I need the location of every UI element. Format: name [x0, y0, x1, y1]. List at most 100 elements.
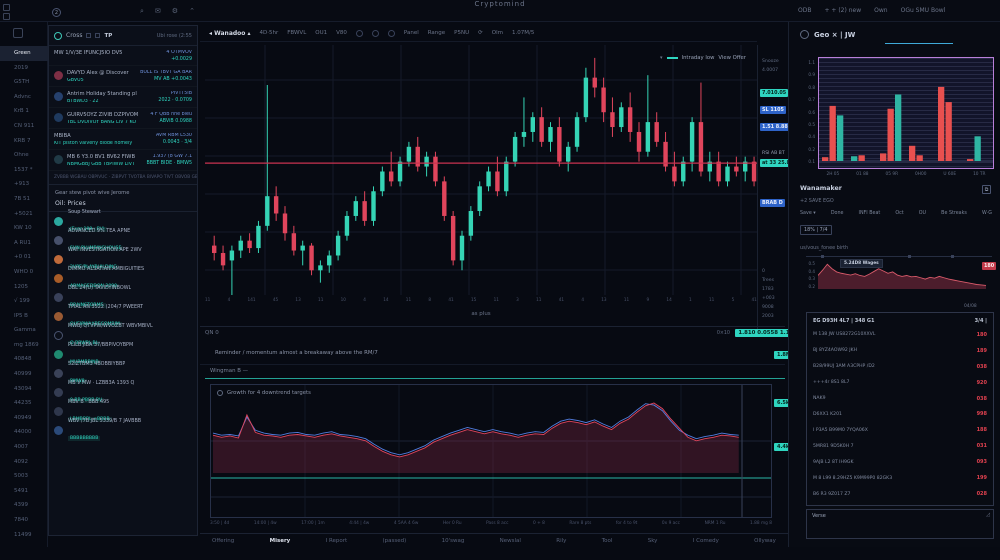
compare-icon[interactable]	[372, 30, 379, 37]
legend-caret-icon[interactable]: ▾	[660, 55, 663, 61]
watchlist-tag[interactable]: TP	[104, 33, 112, 39]
rail-item[interactable]: Ohne	[0, 148, 48, 163]
mail-icon[interactable]: ✉	[155, 7, 161, 16]
status-item[interactable]: 10'swag	[442, 538, 465, 544]
timeline-scrubber[interactable]	[806, 255, 992, 258]
rail-item[interactable]: Gamma	[0, 323, 48, 338]
toolbar-item[interactable]: Panel	[404, 30, 419, 36]
rail-item[interactable]: Advnc	[0, 90, 48, 105]
rail-item[interactable]: KW 10	[0, 221, 48, 236]
price-scale[interactable]: Snooze 4.0007 7.010.05 SL 1105 1.51 8.88…	[757, 45, 787, 335]
rail-item[interactable]: 40949	[0, 411, 48, 426]
toolbar-item[interactable]: ⟳	[478, 30, 483, 36]
watchlist-row[interactable]: MBIBAKIT piston valveny diode homelyAVM …	[49, 129, 197, 150]
status-item[interactable]: Rily	[556, 538, 566, 544]
rail-item[interactable]: +913	[0, 177, 48, 192]
panel-tab[interactable]: INFI Beat	[859, 211, 881, 216]
rail-item[interactable]: +0 01	[0, 250, 48, 265]
avatar[interactable]	[54, 32, 62, 40]
toolbar-item[interactable]: Olm	[492, 30, 503, 36]
menu-icon[interactable]	[3, 13, 10, 20]
status-item[interactable]: Tool	[602, 538, 613, 544]
order-row[interactable]: NAK9038	[813, 391, 987, 407]
legend-label-2[interactable]: View Offer	[718, 55, 746, 61]
rail-item[interactable]: 4092	[0, 455, 48, 470]
status-item[interactable]: Newslal	[500, 538, 521, 544]
topbar-menu-item[interactable]: Own	[874, 7, 887, 14]
rail-item[interactable]: 40999	[0, 367, 48, 382]
rail-item[interactable]: 44000	[0, 425, 48, 440]
rail-item[interactable]: 1537 *	[0, 163, 48, 178]
rail-item[interactable]: 1205	[0, 280, 48, 295]
topbar-menu-item[interactable]: ODB	[798, 7, 811, 14]
indicator-icon[interactable]	[356, 30, 363, 37]
watchlist-row[interactable]: GUIRV5OYZ ZIVIB DZPIVOMTBL DVDIVOY BANG …	[49, 108, 197, 129]
rail-item[interactable]: WHO 0	[0, 265, 48, 280]
toolbar-item[interactable]: 4D·5hr	[260, 30, 279, 36]
rail-item[interactable]: 4007	[0, 440, 48, 455]
toolbar-item[interactable]: 1.07M/5	[512, 30, 534, 36]
rail-item[interactable]: CN 911	[0, 119, 48, 134]
rail-item[interactable]: KrB 1	[0, 104, 48, 119]
notification-badge[interactable]: 2	[52, 8, 61, 17]
orders-header-left[interactable]: EG D93H 4L7 | 348 G1	[813, 318, 875, 324]
panel-tab[interactable]: Oct	[895, 211, 903, 216]
watchlist-row[interactable]: MB 6 Y3.0 BV1 BV62 FIWBNBMGBBJ GBB TBPIW…	[49, 150, 197, 171]
rail-item[interactable]: 44235	[0, 396, 48, 411]
rail-item[interactable]: KRB 7	[0, 134, 48, 149]
rail-item[interactable]: G5TH	[0, 75, 48, 90]
rail-item[interactable]: 5491	[0, 484, 48, 499]
panel-tab[interactable]: W·G	[982, 211, 992, 216]
rail-item[interactable]: 40848	[0, 352, 48, 367]
rail-item[interactable]: 11499	[0, 528, 48, 543]
order-row[interactable]: M 138 JW US8272G10XXVL180	[813, 327, 987, 343]
order-row[interactable]: BJ 8YZ4AOW92 JKH189	[813, 343, 987, 359]
status-item[interactable]: I Comedy	[693, 538, 719, 544]
status-item[interactable]: Offering	[212, 538, 234, 544]
chevron-up-icon[interactable]: ⌃	[189, 7, 195, 16]
camera-icon[interactable]	[388, 30, 395, 37]
watchlist-row[interactable]: DAVYD Alex @ DiscoverGBVU5BULL IS TBVT G…	[49, 66, 197, 87]
panel-tab[interactable]: OU	[919, 211, 926, 216]
window-icon[interactable]	[3, 4, 10, 11]
indicator-dot-icon[interactable]	[217, 390, 223, 396]
topbar-menu-item[interactable]: OGu SMU Bowl	[901, 7, 946, 14]
candlestick-chart[interactable]	[205, 45, 757, 295]
notes-input[interactable]: Verse ◿	[806, 509, 994, 539]
symbol-selector[interactable]: ◂ Wanadoo ▴	[209, 30, 251, 37]
coin-link[interactable]: BBBBBBBBB	[68, 436, 100, 441]
rail-item[interactable]: 7840	[0, 513, 48, 528]
toolbar-item[interactable]: V80	[336, 30, 347, 36]
rail-item[interactable]: √ 199	[0, 294, 48, 309]
watchlist-row[interactable]: MW 1/V/3E IFUNCJ5IO DV54 OTMVOV+0.0029	[49, 46, 197, 66]
timeline-marker[interactable]	[821, 255, 824, 258]
sort-icon[interactable]	[95, 33, 100, 38]
rail-item[interactable]: A RU1	[0, 236, 48, 251]
order-row[interactable]: 5MR81 9D5K0H 7031	[813, 438, 987, 454]
volume-bar-chart[interactable]	[818, 57, 994, 169]
coin-list-item[interactable]: WBV /7B JBL 5339/B 7 JAVBBBBBBBBBBBB	[49, 421, 197, 440]
rail-item[interactable]: IP5 B	[0, 309, 48, 324]
status-item[interactable]: Sky	[648, 538, 658, 544]
toolbar-item[interactable]: P5NU	[454, 30, 469, 36]
gear-icon[interactable]: ⚙	[172, 7, 178, 16]
filter-icon[interactable]	[86, 33, 91, 38]
rail-item[interactable]: 4399	[0, 498, 48, 513]
order-row[interactable]: B6 R3 9Z017 Z7028	[813, 486, 987, 502]
status-item[interactable]: (passed)	[383, 538, 407, 544]
order-row[interactable]: M 8 L99 8.29HZ5 K9M99P0 82GK3199	[813, 470, 987, 486]
volume-area-chart[interactable]: Growth for 4 downtrend targets	[210, 384, 772, 518]
status-item[interactable]: Misery	[270, 538, 291, 544]
status-item[interactable]: I Report	[326, 538, 348, 544]
panel-tab[interactable]: Done	[831, 211, 844, 216]
status-item[interactable]: Ollyway	[754, 538, 776, 544]
resize-icon[interactable]: ◿	[986, 512, 990, 518]
search-icon[interactable]: ⌕	[140, 7, 144, 16]
topbar-menu-item[interactable]: + + (2) new	[824, 7, 861, 14]
panel-tab[interactable]: Be Streaks	[941, 211, 967, 216]
timeline-marker[interactable]	[908, 255, 911, 258]
timeline-marker[interactable]	[951, 255, 954, 258]
panel-tab[interactable]: Save ▾	[800, 211, 816, 216]
order-row[interactable]: 9AJB L2 8T IH9GK093	[813, 454, 987, 470]
order-row[interactable]: D6XX1 K201998	[813, 407, 987, 423]
